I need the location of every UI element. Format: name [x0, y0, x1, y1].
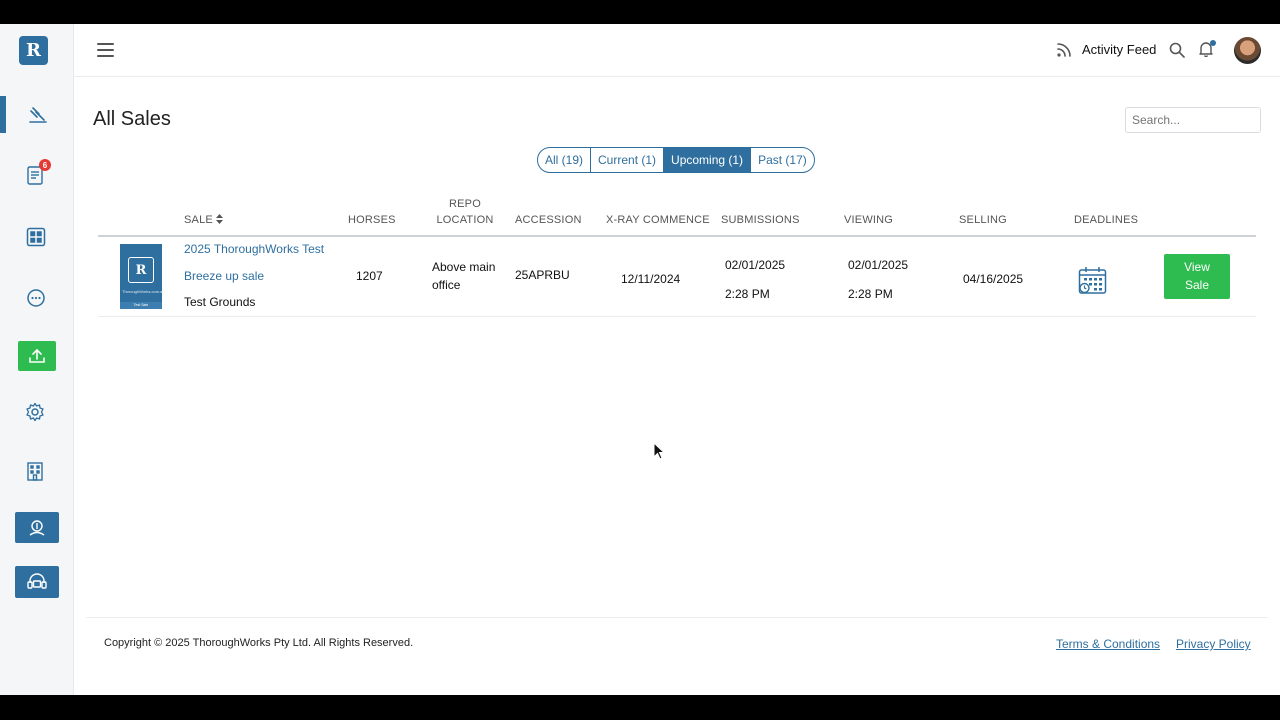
sidebar: R 6	[0, 24, 74, 695]
money-icon	[29, 519, 45, 536]
xray-date: 12/11/2024	[621, 272, 681, 286]
view-sale-label-line2: Sale	[1184, 278, 1210, 292]
sidebar-item-support[interactable]	[15, 566, 59, 598]
copyright-text: Copyright © 2025 ThoroughWorks Pty Ltd. …	[104, 637, 414, 649]
search-icon[interactable]	[1169, 42, 1185, 63]
gavel-icon	[29, 107, 47, 123]
app-window: R 6 Activity Feed All Sales Search... Al…	[0, 24, 1280, 695]
bell-icon[interactable]	[1199, 40, 1216, 58]
sale-thumbnail[interactable]: R ThoroughWorks.com.au Test Sale	[120, 244, 165, 309]
column-header-repo-location: REPO LOCATION	[430, 196, 500, 228]
sale-filter-tabs: All (19) Current (1) Upcoming (1) Past (…	[537, 147, 815, 173]
tab-past[interactable]: Past (17)	[751, 148, 814, 172]
viewing-time: 2:28 PM	[848, 287, 893, 301]
sidebar-item-dashboard[interactable]	[25, 226, 47, 248]
table-row-divider	[98, 316, 1256, 317]
page-title: All Sales	[93, 108, 171, 130]
column-header-sale-label: SALE	[184, 214, 213, 226]
column-header-deadlines: DEADLINES	[1074, 214, 1139, 226]
sidebar-item-auctions[interactable]	[26, 104, 50, 126]
sidebar-item-messages[interactable]	[26, 288, 46, 308]
tab-upcoming[interactable]: Upcoming (1)	[664, 148, 752, 172]
activity-feed-label: Activity Feed	[1082, 42, 1157, 57]
mouse-cursor-icon	[653, 442, 665, 460]
viewing-date: 02/01/2025	[848, 258, 909, 272]
submissions-time: 2:28 PM	[725, 287, 770, 301]
repo-location-line1: Above main	[432, 260, 496, 274]
column-header-submissions: SUBMISSIONS	[721, 214, 800, 226]
sale-venue: Test Grounds	[184, 295, 256, 309]
column-header-viewing: VIEWING	[844, 214, 894, 226]
rss-icon	[1057, 43, 1071, 57]
sale-thumbnail-site: ThoroughWorks.com.au	[122, 289, 165, 294]
notification-dot	[1210, 40, 1216, 46]
sale-thumbnail-logo: R	[128, 257, 154, 283]
terms-link[interactable]: Terms & Conditions	[1056, 637, 1160, 651]
footer-divider	[86, 617, 1268, 618]
sale-thumbnail-caption: Test Sale	[120, 302, 162, 309]
search-input[interactable]	[1125, 107, 1261, 133]
column-header-sale[interactable]: SALE	[184, 212, 224, 228]
sidebar-item-catalogs[interactable]: 6	[25, 159, 51, 186]
column-header-repo-line2: LOCATION	[436, 214, 494, 226]
column-header-repo-line1: REPO	[449, 198, 481, 210]
sidebar-item-organisations[interactable]	[26, 461, 44, 481]
column-header-xray: X-RAY COMMENCE	[606, 214, 710, 226]
sale-name-link[interactable]: 2025 ThoroughWorks Test	[184, 240, 324, 258]
sort-icon	[216, 214, 224, 224]
sale-name-link-line2[interactable]: Breeze up sale	[184, 267, 264, 285]
accession-code: 25APRBU	[515, 268, 570, 282]
sidebar-item-upload[interactable]	[18, 341, 56, 371]
logo[interactable]: R	[19, 36, 48, 65]
topbar: Activity Feed	[74, 24, 1280, 77]
calendar-icon[interactable]	[1078, 266, 1107, 300]
repo-location-line2: office	[432, 278, 461, 292]
activity-feed-link[interactable]: Activity Feed	[1056, 41, 1156, 58]
horses-count: 1207	[356, 269, 383, 283]
active-indicator	[0, 96, 6, 133]
chat-icon	[27, 289, 45, 307]
sidebar-item-payments[interactable]	[15, 512, 59, 543]
view-sale-button[interactable]: View Sale	[1164, 254, 1230, 299]
column-header-horses: HORSES	[348, 214, 396, 226]
building-icon	[27, 462, 43, 481]
upload-icon	[29, 348, 45, 363]
table-header-divider	[98, 235, 1256, 237]
column-header-selling: SELLING	[959, 214, 1007, 226]
grid-icon	[26, 227, 46, 247]
view-sale-label-line1: View	[1184, 260, 1210, 274]
sidebar-item-settings[interactable]	[25, 402, 45, 422]
notification-badge: 6	[39, 159, 51, 171]
submissions-date: 02/01/2025	[725, 258, 786, 272]
repo-location: Above main office	[432, 258, 495, 294]
tab-all[interactable]: All (19)	[538, 148, 592, 172]
menu-toggle-icon[interactable]	[97, 43, 114, 57]
tab-current[interactable]: Current (1)	[591, 148, 665, 172]
privacy-link[interactable]: Privacy Policy	[1176, 637, 1251, 651]
support-icon	[27, 573, 47, 589]
avatar[interactable]	[1234, 37, 1261, 64]
selling-date: 04/16/2025	[963, 272, 1024, 286]
gear-icon	[26, 402, 44, 422]
column-header-accession: ACCESSION	[515, 214, 582, 226]
